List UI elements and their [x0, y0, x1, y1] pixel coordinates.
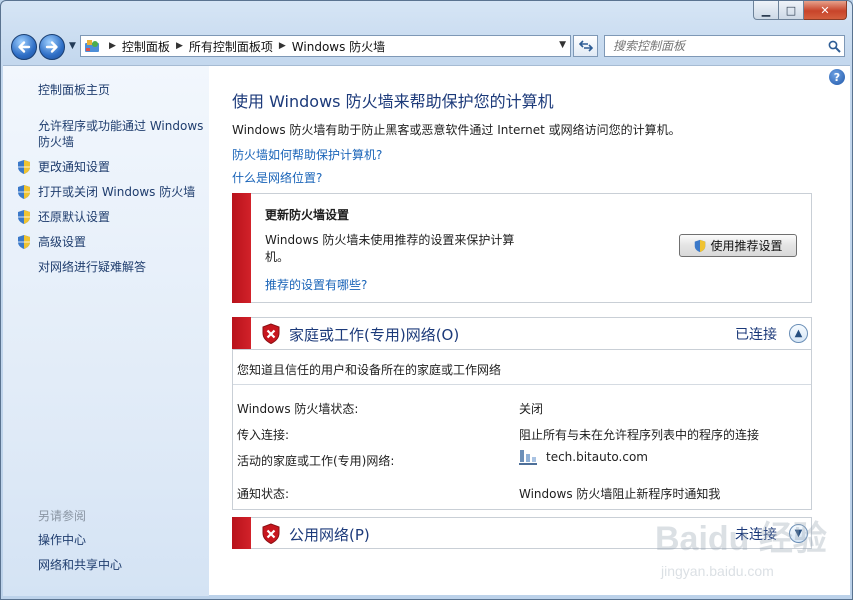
caption-buttons: ▁ □ ✕	[753, 1, 847, 20]
breadcrumb-all-items[interactable]: 所有控制面板项	[189, 38, 273, 55]
firewall-state-value: 关闭	[519, 402, 544, 416]
address-dropdown-icon[interactable]: ▼	[559, 40, 566, 50]
notification-state-value: Windows 防火墙阻止新程序时通知我	[519, 487, 721, 501]
how-firewall-helps-link[interactable]: 防火墙如何帮助保护计算机?	[232, 146, 382, 163]
refresh-icon	[578, 40, 593, 52]
search-icon[interactable]	[824, 40, 844, 53]
page-description: Windows 防火墙有助于防止黑客或恶意软件通过 Internet 或网络访问…	[232, 123, 681, 137]
watermark-brand: Baidu 经验	[655, 519, 827, 558]
firewall-state-label: Windows 防火墙状态:	[237, 402, 359, 416]
collapse-chevron-icon[interactable]: ▲	[789, 324, 808, 343]
breadcrumb-separator[interactable]: ▶	[279, 41, 286, 51]
sidebar-item-allow-program[interactable]: 允许程序或功能通过 Windows 防火墙	[38, 118, 203, 150]
firewall-window: ▁ □ ✕ ▼ ▶ 控制面板 ▶ 所有控制面板项 ▶ Windows 防火墙 ▼	[0, 0, 853, 600]
home-network-subtitle: 您知道且信任的用户和设备所在的家庭或工作网络	[237, 363, 502, 377]
divider	[233, 384, 811, 385]
use-recommended-settings-button[interactable]: 使用推荐设置	[679, 234, 797, 257]
uac-shield-icon	[18, 235, 30, 249]
breadcrumb-separator[interactable]: ▶	[176, 41, 183, 51]
sidebar-item-allow-program-line1[interactable]: 允许程序或功能通过 Windows	[38, 118, 203, 134]
red-x-shield-icon	[262, 523, 280, 545]
address-bar[interactable]: ▶ 控制面板 ▶ 所有控制面板项 ▶ Windows 防火墙 ▼	[80, 35, 571, 57]
update-settings-panel: 更新防火墙设置 Windows 防火墙未使用推荐的设置来保护计算机。 推荐的设置…	[232, 193, 812, 303]
page-title: 使用 Windows 防火墙来帮助保护您的计算机	[232, 92, 554, 111]
sidebar-item-home[interactable]: 控制面板主页	[38, 82, 110, 98]
sidebar-item-toggle-firewall[interactable]: 打开或关闭 Windows 防火墙	[38, 184, 195, 200]
see-also-heading: 另请参阅	[38, 509, 87, 523]
active-network-value: tech.bitauto.com	[519, 448, 648, 466]
domain-network-icon	[519, 450, 537, 465]
recent-pages-dropdown[interactable]: ▼	[69, 41, 76, 51]
active-network-label: 活动的家庭或工作(专用)网络:	[237, 454, 395, 468]
uac-shield-icon	[18, 160, 30, 174]
home-network-header[interactable]: 家庭或工作(专用)网络(O) 已连接 ▲	[233, 318, 811, 350]
alert-bar	[232, 193, 251, 303]
home-network-title[interactable]: 家庭或工作(专用)网络(O)	[289, 324, 459, 345]
sidebar-item-action-center[interactable]: 操作中心	[38, 532, 86, 548]
notification-state-label: 通知状态:	[237, 487, 290, 501]
uac-shield-icon	[18, 185, 30, 199]
home-network-state: 已连接	[735, 327, 777, 343]
home-network-panel: 家庭或工作(专用)网络(O) 已连接 ▲ 您知道且信任的用户和设备所在的家庭或工…	[232, 317, 812, 510]
uac-shield-icon	[695, 239, 706, 252]
use-recommended-settings-label: 使用推荐设置	[710, 239, 783, 253]
control-panel-icon	[81, 36, 103, 56]
back-arrow-icon	[18, 41, 31, 53]
breadcrumb-separator[interactable]: ▶	[109, 41, 116, 51]
public-network-title[interactable]: 公用网络(P)	[289, 524, 370, 545]
sidebar-item-notification-settings[interactable]: 更改通知设置	[38, 159, 110, 175]
baidu-watermark: Baidu 经验 jingyan.baidu.com	[655, 519, 827, 579]
forward-button[interactable]	[39, 34, 65, 60]
minimize-button[interactable]: ▁	[753, 1, 779, 20]
sidebar: 控制面板主页 允许程序或功能通过 Windows 防火墙 更改通知设置 打开或关…	[3, 66, 209, 596]
watermark-url: jingyan.baidu.com	[660, 563, 774, 579]
sidebar-item-allow-program-line2[interactable]: 防火墙	[38, 134, 203, 150]
forward-arrow-icon	[45, 41, 58, 53]
breadcrumb-firewall[interactable]: Windows 防火墙	[292, 38, 385, 55]
close-button[interactable]: ✕	[804, 1, 847, 20]
refresh-button[interactable]	[573, 35, 598, 57]
breadcrumb-control-panel[interactable]: 控制面板	[122, 38, 170, 55]
maximize-button[interactable]: □	[779, 1, 804, 20]
sidebar-item-restore-defaults[interactable]: 还原默认设置	[38, 209, 110, 225]
incoming-connections-label: 传入连接:	[237, 428, 290, 442]
recommended-settings-link[interactable]: 推荐的设置有哪些?	[265, 276, 367, 293]
uac-shield-icon	[18, 210, 30, 224]
sidebar-item-troubleshoot[interactable]: 对网络进行疑难解答	[38, 259, 146, 275]
red-x-shield-icon	[262, 323, 280, 345]
update-panel-title: 更新防火墙设置	[265, 208, 350, 222]
network-location-link[interactable]: 什么是网络位置?	[232, 169, 322, 186]
update-panel-text: Windows 防火墙未使用推荐的设置来保护计算机。	[265, 233, 515, 264]
active-network-name: tech.bitauto.com	[546, 450, 648, 464]
incoming-connections-value: 阻止所有与未在允许程序列表中的程序的连接	[519, 428, 760, 442]
sidebar-item-network-sharing-center[interactable]: 网络和共享中心	[38, 557, 122, 573]
search-input[interactable]	[605, 37, 824, 55]
back-button[interactable]	[11, 34, 37, 60]
search-box[interactable]	[604, 35, 845, 57]
sidebar-item-advanced-settings[interactable]: 高级设置	[38, 234, 86, 250]
